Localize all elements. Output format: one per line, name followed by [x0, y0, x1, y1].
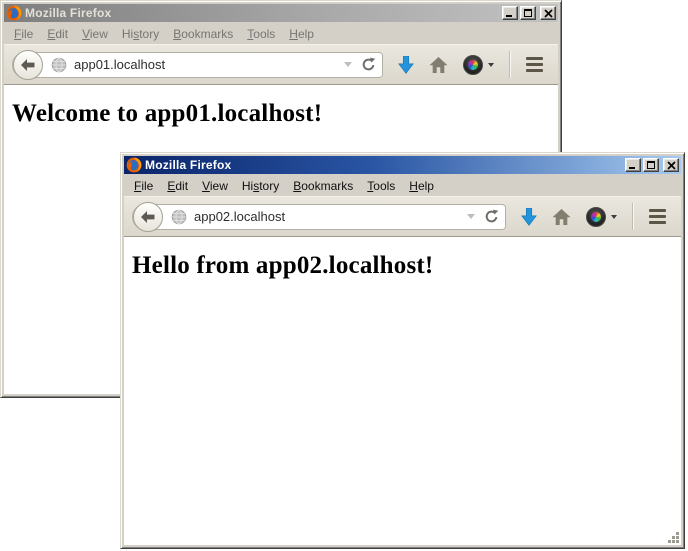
titlebar[interactable]: Mozilla Firefox	[124, 156, 681, 174]
menu-history[interactable]: History	[235, 178, 286, 194]
resize-grip-icon	[667, 531, 680, 544]
download-button[interactable]	[521, 208, 537, 226]
menu-file[interactable]: File	[7, 26, 40, 42]
page-heading: Hello from app02.localhost!	[132, 252, 673, 280]
back-button[interactable]	[133, 202, 163, 232]
minimize-icon	[506, 15, 512, 17]
titlebar[interactable]: Mozilla Firefox	[4, 4, 558, 22]
home-icon	[429, 57, 448, 73]
window-title: Mozilla Firefox	[25, 6, 499, 20]
back-icon	[141, 211, 155, 223]
menu-tools[interactable]: Tools	[360, 178, 402, 194]
menu-edit[interactable]: Edit	[40, 26, 75, 42]
window-title: Mozilla Firefox	[145, 158, 622, 172]
address-input[interactable]: app02.localhost	[132, 204, 506, 230]
menu-help[interactable]: Help	[282, 26, 321, 42]
home-button[interactable]	[552, 209, 571, 225]
menubar: File Edit View History Bookmarks Tools H…	[4, 22, 558, 44]
download-icon	[398, 56, 414, 74]
reload-icon	[484, 209, 499, 224]
navigation-toolbar: app02.localhost	[124, 196, 681, 236]
hamburger-icon	[526, 57, 543, 72]
menu-button[interactable]	[520, 53, 549, 76]
download-icon	[521, 208, 537, 226]
toolbar-separator	[509, 51, 510, 78]
url-value: app02.localhost	[194, 209, 463, 224]
urlbar-dropdown-icon[interactable]	[344, 62, 352, 67]
maximize-button[interactable]	[643, 158, 659, 172]
menu-file[interactable]: File	[127, 178, 160, 194]
back-icon	[21, 59, 35, 71]
back-button[interactable]	[13, 50, 43, 80]
home-button[interactable]	[429, 57, 448, 73]
lens-addon-button[interactable]	[586, 207, 617, 227]
menu-bookmarks[interactable]: Bookmarks	[166, 26, 240, 42]
menu-help[interactable]: Help	[402, 178, 441, 194]
dropdown-caret-icon	[488, 63, 494, 67]
address-input[interactable]: app01.localhost	[12, 52, 383, 78]
urlbar-dropdown-icon[interactable]	[467, 214, 475, 219]
hamburger-icon	[649, 209, 666, 224]
minimize-button[interactable]	[502, 6, 518, 20]
lens-addon-icon	[586, 207, 606, 227]
download-button[interactable]	[398, 56, 414, 74]
menu-view[interactable]: View	[75, 26, 115, 42]
reload-button[interactable]	[361, 57, 376, 72]
firefox-icon[interactable]	[126, 157, 142, 173]
minimize-icon	[629, 167, 635, 169]
close-button[interactable]	[540, 6, 556, 20]
site-identity-globe-icon[interactable]	[51, 57, 67, 73]
maximize-icon	[524, 9, 532, 17]
lens-addon-button[interactable]	[463, 55, 494, 75]
maximize-button[interactable]	[520, 6, 536, 20]
page-heading: Welcome to app01.localhost!	[12, 100, 550, 128]
firefox-window-app02: Mozilla Firefox File Edit View History B…	[120, 152, 685, 549]
reload-icon	[361, 57, 376, 72]
menubar: File Edit View History Bookmarks Tools H…	[124, 174, 681, 196]
menu-edit[interactable]: Edit	[160, 178, 195, 194]
resize-grip[interactable]	[667, 531, 680, 544]
close-button[interactable]	[663, 158, 679, 172]
reload-button[interactable]	[484, 209, 499, 224]
menu-tools[interactable]: Tools	[240, 26, 282, 42]
toolbar-separator	[632, 203, 633, 230]
menu-history[interactable]: History	[115, 26, 166, 42]
minimize-button[interactable]	[625, 158, 641, 172]
site-identity-globe-icon[interactable]	[171, 209, 187, 225]
firefox-icon[interactable]	[6, 5, 22, 21]
url-value: app01.localhost	[74, 57, 340, 72]
navigation-toolbar: app01.localhost	[4, 44, 558, 84]
menu-view[interactable]: View	[195, 178, 235, 194]
window-controls	[502, 6, 556, 20]
menu-button[interactable]	[643, 205, 672, 228]
lens-addon-icon	[463, 55, 483, 75]
maximize-icon	[647, 161, 655, 169]
dropdown-caret-icon	[611, 215, 617, 219]
menu-bookmarks[interactable]: Bookmarks	[286, 178, 360, 194]
page-content: Hello from app02.localhost!	[124, 236, 681, 545]
home-icon	[552, 209, 571, 225]
window-controls	[625, 158, 679, 172]
